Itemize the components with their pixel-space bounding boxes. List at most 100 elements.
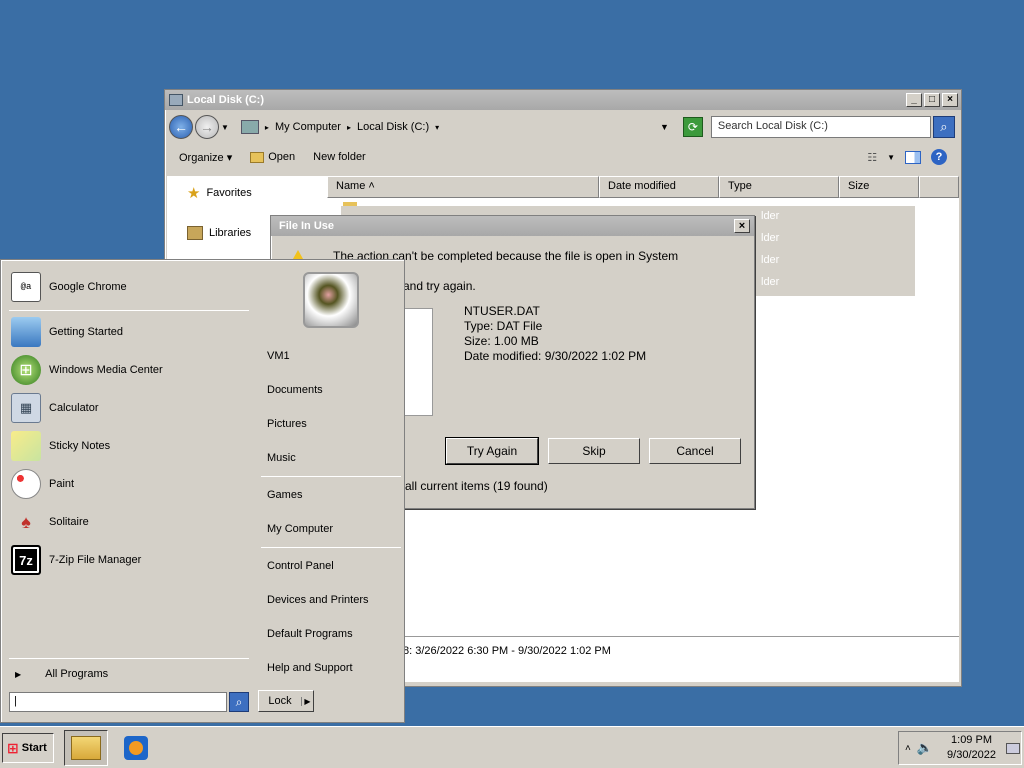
refresh-button[interactable]: ⟳ [682,117,703,137]
forward-button[interactable]: → [195,115,219,139]
start-item-paint[interactable]: Paint [11,469,74,499]
preview-pane-icon[interactable] [905,150,921,164]
view-options-icon[interactable]: ☷ [867,151,877,164]
7zip-icon: 7z [11,545,41,575]
file-name: NTUSER.DAT [464,304,540,318]
file-icon [405,308,433,416]
start-item-label: Windows Media Center [49,364,163,376]
start-menu: @a Google Chrome Getting Started ⊞ Windo… [0,259,405,723]
start-item-label: Calculator [49,402,99,414]
start-item-windows-media-center[interactable]: ⊞ Windows Media Center [11,355,163,385]
windows-media-center-icon: ⊞ [11,355,41,385]
column-type[interactable]: Type [719,176,839,198]
explorer-titlebar[interactable]: Local Disk (C:) _ □ × [165,90,961,110]
solitaire-icon: ♠ [21,511,31,532]
search-button[interactable]: ⌕ [932,116,955,138]
close-button[interactable]: × [942,93,958,107]
start-item-7zip[interactable]: 7z 7-Zip File Manager [11,545,141,575]
cancel-button[interactable]: Cancel [649,438,741,464]
column-name[interactable]: Name ˄ [327,176,599,198]
dialog-titlebar[interactable]: File In Use × [271,216,754,236]
breadcrumb-chevron-icon[interactable]: ▸ [265,123,269,132]
start-right-documents[interactable]: Documents [267,384,323,396]
paint-palette-icon [11,469,41,499]
show-desktop-icon[interactable] [1005,742,1020,754]
file-modified: Date modified: 9/30/2022 1:02 PM [464,349,647,363]
start-menu-separator [261,476,401,477]
calculator-icon: ▦ [11,393,41,423]
skip-button[interactable]: Skip [548,438,640,464]
start-right-games[interactable]: Games [267,489,302,501]
column-name-label: Name [336,180,366,192]
address-bar[interactable]: ▸ My Computer ▸ Local Disk (C:) ▾ ▼ [234,116,675,138]
start-right-music[interactable]: Music [267,452,296,464]
breadcrumb-my-computer[interactable]: My Computer [275,121,341,133]
start-search-input[interactable]: | [9,692,227,712]
computer-icon [240,120,259,134]
start-right-user[interactable]: VM1 [267,350,290,362]
breadcrumb-chevron-icon[interactable]: ▸ [347,123,351,132]
clock-time: 1:09 PM [951,734,992,746]
nav-libraries-label: Libraries [209,227,252,239]
folder-open-icon [250,151,265,163]
libraries-icon [187,226,203,240]
clock[interactable]: 1:09 PM 9/30/2022 [947,733,996,763]
try-again-button[interactable]: Try Again [445,437,539,465]
volume-icon[interactable]: 🔈 [917,740,933,756]
start-right-control-panel[interactable]: Control Panel [267,560,334,572]
address-history-dropdown-icon[interactable]: ▼ [660,122,669,132]
start-item-getting-started[interactable]: Getting Started [11,317,123,347]
all-programs-button[interactable]: ▶ All Programs [15,668,108,680]
organize-menu[interactable]: Organize ▾ [179,151,232,164]
start-right-pictures[interactable]: Pictures [267,418,307,430]
show-hidden-icons-chevron-icon[interactable]: ˄ [905,743,911,754]
column-headers: Name ˄ Date modified Type Size [327,176,959,198]
start-item-label: Sticky Notes [49,440,111,452]
taskbar-media-player[interactable] [114,730,158,766]
start-menu-separator [261,547,401,548]
back-button[interactable]: ← [169,115,193,139]
open-button[interactable]: Open [250,151,295,163]
shutdown-options-arrow-icon[interactable]: ▶ [301,696,313,706]
column-date-modified[interactable]: Date modified [599,176,719,198]
breadcrumb-dropdown-icon[interactable]: ▾ [435,123,439,132]
file-type: Type: DAT File [464,319,543,333]
nav-favorites[interactable]: ★ Favorites [167,176,327,210]
start-right-my-computer[interactable]: My Computer [267,523,333,535]
star-icon: ★ [187,185,201,202]
lock-button[interactable]: Lock ▶ [258,690,314,712]
breadcrumb-local-disk[interactable]: Local Disk (C:) [357,121,429,133]
column-filler [919,176,959,198]
column-size[interactable]: Size [839,176,919,198]
dialog-title: File In Use [279,220,335,232]
media-player-icon [124,736,148,760]
maximize-button[interactable]: □ [924,93,940,107]
start-item-label: 7-Zip File Manager [49,554,142,566]
search-input[interactable]: Search Local Disk (C:) [710,116,931,138]
apply-to-all-label[interactable]: all current items (19 found) [405,479,548,493]
start-item-solitaire[interactable]: ♠ Solitaire [11,507,89,537]
details-date-range: 8: 3/26/2022 6:30 PM - 9/30/2022 1:02 PM [403,645,611,657]
view-dropdown-icon[interactable]: ▼ [887,153,895,162]
new-folder-button[interactable]: New folder [313,151,366,163]
all-programs-arrow-icon: ▶ [15,669,22,679]
help-icon[interactable]: ? [931,149,947,165]
start-right-default-programs[interactable]: Default Programs [267,628,353,640]
lock-label: Lock [268,695,292,707]
getting-started-icon [11,317,41,347]
sticky-notes-icon [11,431,41,461]
start-right-devices-and-printers[interactable]: Devices and Printers [267,594,369,606]
recent-pages-chevron-icon[interactable]: ▼ [221,123,229,132]
start-search-button[interactable]: ⌕ [229,692,249,712]
dialog-close-button[interactable]: × [734,219,750,233]
minimize-button[interactable]: _ [906,93,922,107]
start-item-google-chrome[interactable]: @a Google Chrome [11,272,127,302]
start-button[interactable]: ⊞ Start [2,733,54,763]
start-right-help-and-support[interactable]: Help and Support [267,662,353,674]
search-icon: ⌕ [940,119,948,134]
start-item-calculator[interactable]: ▦ Calculator [11,393,99,423]
user-avatar[interactable] [303,272,359,328]
taskbar-explorer[interactable] [64,730,108,766]
address-row: ← → ▼ ▸ My Computer ▸ Local Disk (C:) ▾ … [165,110,961,144]
start-item-sticky-notes[interactable]: Sticky Notes [11,431,110,461]
